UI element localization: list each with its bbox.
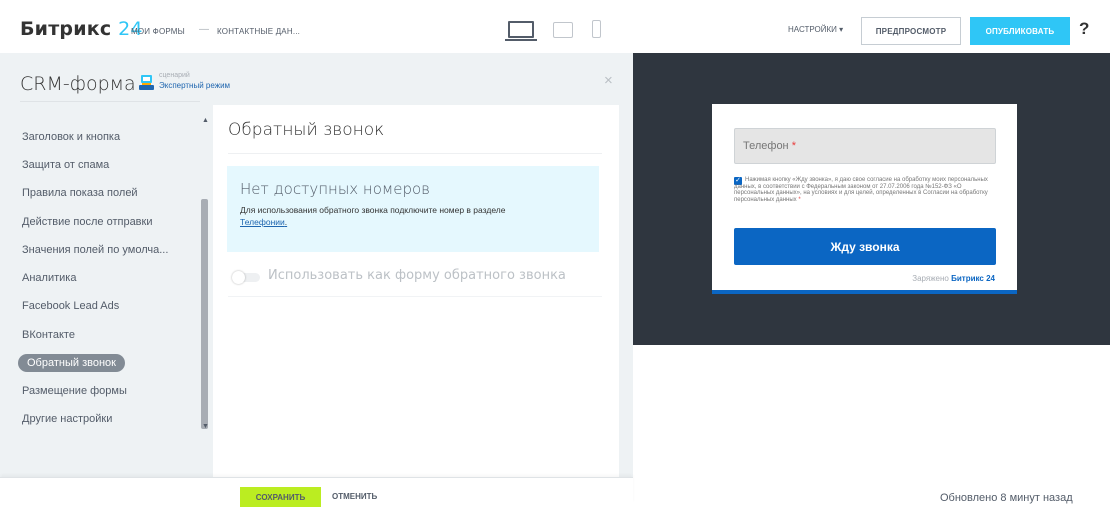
- breadcrumb-separator: —: [199, 24, 209, 35]
- nav-item-form-placement[interactable]: Размещение формы: [18, 382, 131, 400]
- cancel-button[interactable]: ОТМЕНИТЬ: [332, 492, 377, 501]
- powered-by-number: 24: [986, 274, 995, 283]
- logo-text: Битрикс: [20, 18, 112, 40]
- powered-by-brand: Битрикс: [951, 274, 984, 283]
- nav-item-other-settings[interactable]: Другие настройки: [18, 410, 116, 428]
- desktop-view-icon-base: [505, 39, 537, 41]
- nav-item-spam-protection[interactable]: Защита от спама: [18, 156, 113, 174]
- nav-scrollbar[interactable]: ▲ ▼: [200, 117, 209, 431]
- consent-required-mark: *: [798, 196, 801, 203]
- mode-caption: сценарий: [159, 72, 190, 79]
- header-divider: [20, 101, 200, 102]
- publish-button[interactable]: ОПУБЛИКОВАТЬ: [970, 17, 1070, 45]
- callback-settings-card: Обратный звонок Нет доступных номеров Дл…: [213, 105, 619, 477]
- toggle-divider: [228, 296, 602, 297]
- section-title: Обратный звонок: [228, 120, 385, 140]
- nav-item-vkontakte[interactable]: ВКонтакте: [18, 326, 79, 344]
- nav-item-callback[interactable]: Обратный звонок: [18, 354, 125, 372]
- breadcrumb-my-forms[interactable]: МОИ ФОРМЫ: [131, 27, 185, 36]
- close-icon[interactable]: ×: [604, 72, 613, 89]
- powered-by[interactable]: Заряжено Битрикс 24: [912, 274, 995, 283]
- request-call-button[interactable]: Жду звонка: [734, 228, 996, 265]
- breadcrumb-contact-data[interactable]: КОНТАКТНЫЕ ДАН...: [217, 27, 300, 36]
- nav-item-facebook-lead-ads[interactable]: Facebook Lead Ads: [18, 297, 123, 315]
- expert-mode-link[interactable]: Экспертный режим: [159, 81, 230, 90]
- notice-link-suffix: .: [284, 217, 288, 227]
- bitrix24-logo[interactable]: Битрикс 24: [20, 18, 143, 40]
- top-bar: Битрикс 24 МОИ ФОРМЫ — КОНТАКТНЫЕ ДАН...…: [0, 0, 1110, 60]
- scroll-down-icon[interactable]: ▼: [202, 423, 209, 430]
- callback-toggle[interactable]: [232, 271, 260, 284]
- chevron-down-icon: ▾: [839, 25, 844, 34]
- callback-toggle-label[interactable]: Использовать как форму обратного звонка: [268, 268, 566, 283]
- consent-text: Нажимая кнопку «Жду звонка», я даю свое …: [734, 177, 996, 203]
- bottom-action-bar: СОХРАНИТЬ ОТМЕНИТЬ: [0, 477, 633, 507]
- notice-title: Нет доступных номеров: [240, 180, 430, 198]
- required-mark: *: [791, 140, 796, 152]
- powered-by-label: Заряжено: [912, 274, 949, 283]
- tablet-view-icon[interactable]: [553, 22, 573, 38]
- toggle-knob: [232, 271, 245, 284]
- nav-item-after-submit[interactable]: Действие после отправки: [18, 213, 157, 231]
- panel-title: CRM-форма: [20, 73, 136, 95]
- consent-text-body: Нажимая кнопку «Жду звонка», я даю свое …: [734, 177, 988, 203]
- scenario-icon: [139, 75, 154, 90]
- no-numbers-notice: Нет доступных номеров Для использования …: [227, 166, 599, 252]
- nav-item-analytics[interactable]: Аналитика: [18, 269, 80, 287]
- nav-item-field-rules[interactable]: Правила показа полей: [18, 184, 142, 202]
- notice-link-wrapper: Телефонии.: [240, 217, 287, 227]
- phone-label-text: Телефон: [743, 140, 789, 152]
- section-divider: [228, 153, 602, 154]
- preview-form-card: Телефон * ✓ Нажимая кнопку «Жду звонка»,…: [712, 104, 1017, 294]
- mobile-view-icon[interactable]: [592, 20, 601, 38]
- settings-label: НАСТРОЙКИ: [788, 25, 837, 34]
- phone-field-label: Телефон *: [743, 140, 796, 152]
- preview-button[interactable]: ПРЕДПРОСМОТР: [861, 17, 961, 45]
- desktop-view-icon[interactable]: [508, 21, 534, 38]
- phone-field[interactable]: Телефон *: [734, 128, 996, 164]
- help-icon[interactable]: ?: [1079, 19, 1089, 39]
- nav-item-default-values[interactable]: Значения полей по умолча...: [18, 241, 172, 259]
- notice-text: Для использования обратного звонка подкл…: [240, 205, 506, 215]
- save-button[interactable]: СОХРАНИТЬ: [240, 487, 321, 507]
- telephony-link[interactable]: Телефонии: [240, 217, 285, 227]
- settings-menu[interactable]: НАСТРОЙКИ ▾: [788, 25, 843, 34]
- scroll-up-icon[interactable]: ▲: [202, 117, 209, 124]
- last-updated-status: Обновлено 8 минут назад: [940, 492, 1073, 504]
- scrollbar-thumb[interactable]: [201, 199, 208, 429]
- nav-item-title-button[interactable]: Заголовок и кнопка: [18, 128, 124, 146]
